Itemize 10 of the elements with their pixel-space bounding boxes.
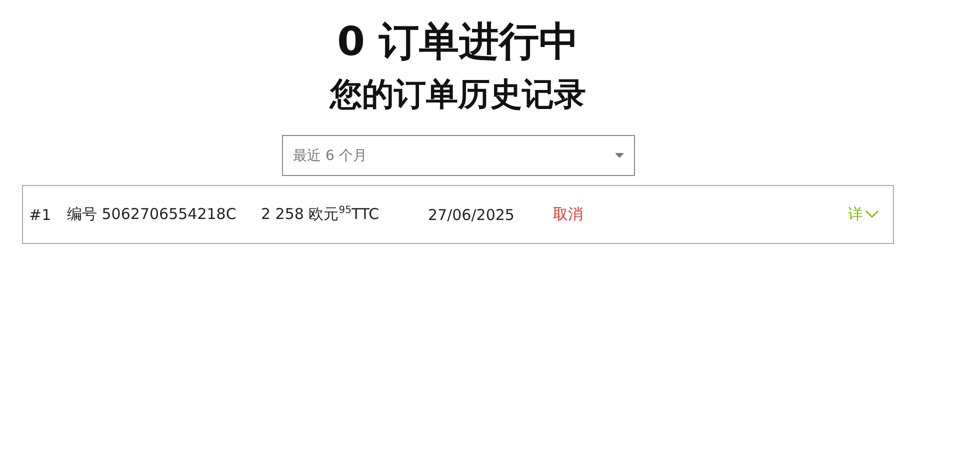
page-title: 0 订单进行中 xyxy=(337,18,579,67)
page-subtitle: 您的订单历史记录 xyxy=(330,74,586,115)
details-toggle[interactable]: 详 xyxy=(848,205,879,224)
order-date: 27/06/2025 xyxy=(428,206,516,224)
order-number: 编号 5062706554218C xyxy=(67,205,238,224)
order-status: 取消 xyxy=(553,205,583,224)
period-select[interactable]: 最近 6 个月 xyxy=(282,135,635,176)
order-index: #1 xyxy=(29,206,52,224)
dropdown-arrow-icon xyxy=(615,153,624,158)
order-total: 2 258 欧元$^{95}$TTC xyxy=(261,205,380,224)
